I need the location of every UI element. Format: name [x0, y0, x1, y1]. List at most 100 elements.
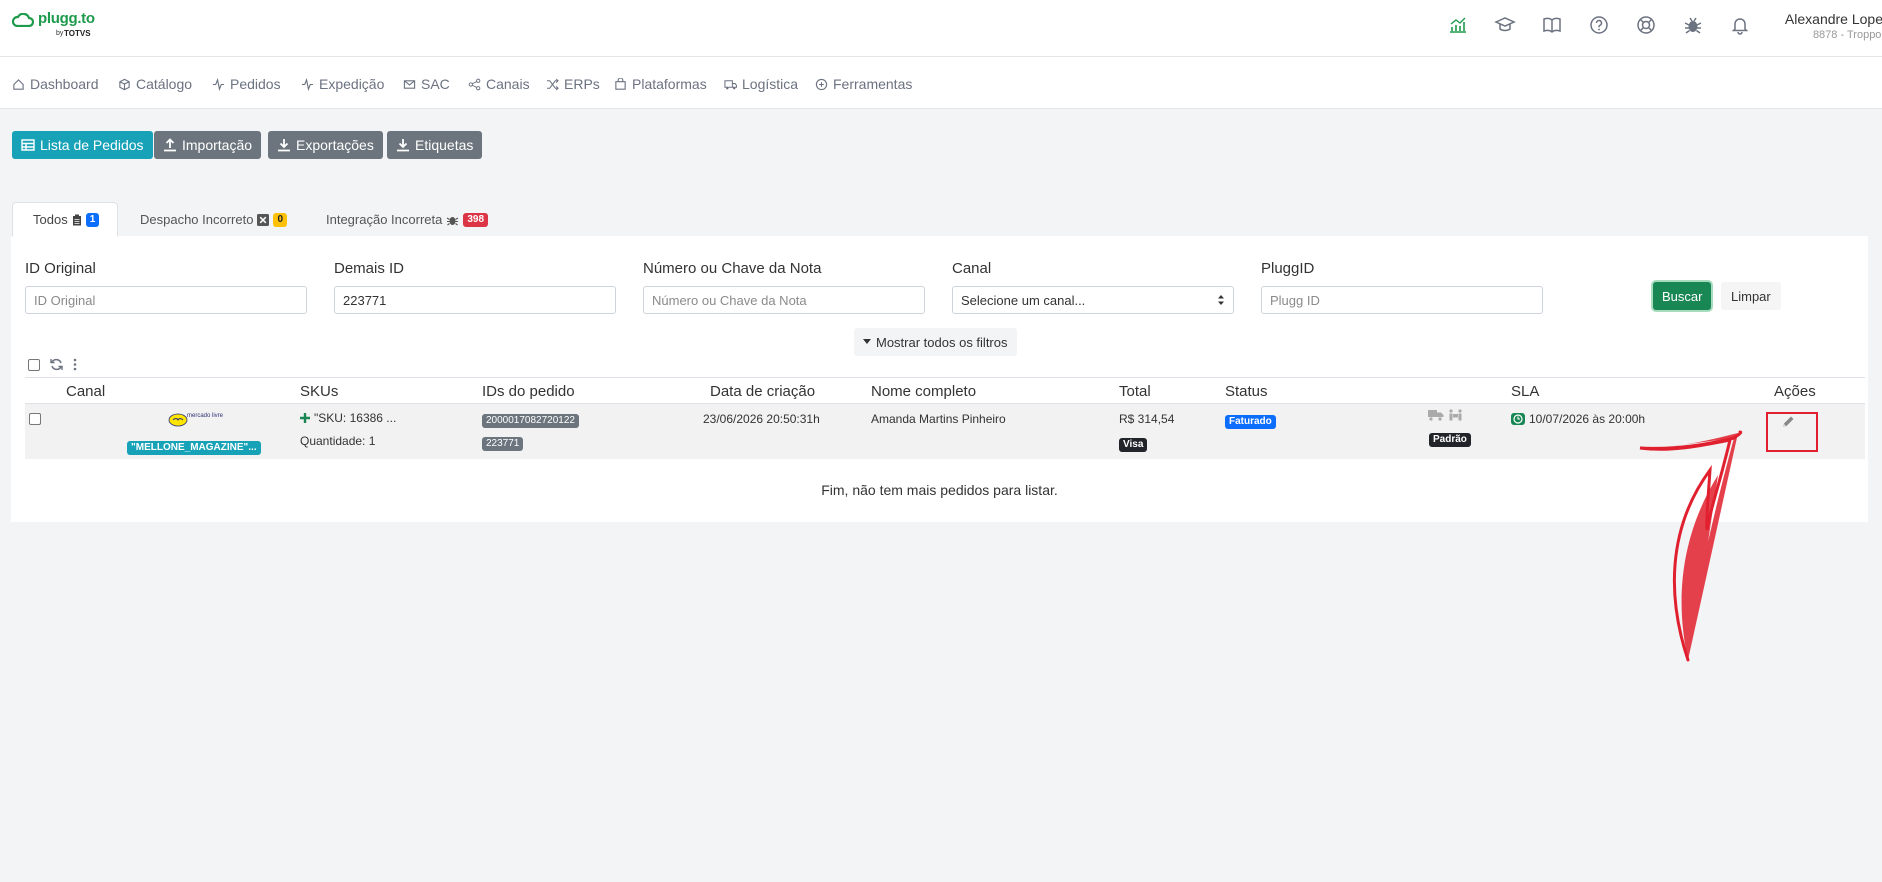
- col-canal: Canal: [66, 383, 106, 400]
- search-button[interactable]: Buscar: [1653, 282, 1712, 310]
- customer-name: Amanda Martins Pinheiro: [871, 412, 1006, 426]
- nav-sac[interactable]: SAC: [403, 76, 450, 92]
- sla-cell: 10/07/2026 às 20:00h: [1511, 412, 1645, 426]
- import-button[interactable]: Importação: [154, 131, 262, 159]
- download-icon: [278, 139, 290, 152]
- mail-icon: [403, 79, 416, 89]
- tab-label: Despacho Incorreto: [140, 212, 254, 227]
- clock-badge: [1511, 413, 1525, 425]
- order-list-label: Lista de Pedidos: [40, 137, 144, 153]
- col-sla: SLA: [1511, 383, 1540, 400]
- pluggid-label: PluggID: [1261, 260, 1315, 277]
- main-nav: Dashboard Catálogo Pedidos Expedição SAC…: [0, 57, 1882, 109]
- nav-plataformas[interactable]: Plataformas: [614, 76, 707, 92]
- mercadolivre-logo: mercado livre: [168, 413, 223, 427]
- created-date: 23/06/2026 20:50:31h: [703, 412, 820, 426]
- tab-label: Todos: [33, 212, 68, 227]
- nav-catalogo[interactable]: Catálogo: [118, 76, 192, 92]
- support-icon[interactable]: [1635, 14, 1657, 36]
- brand-by: by: [56, 30, 64, 37]
- nav-label: Ferramentas: [833, 76, 913, 92]
- more-vertical-icon[interactable]: [73, 358, 77, 371]
- tab-integracao-incorreta[interactable]: Integração Incorreta 398: [314, 202, 500, 237]
- bell-icon[interactable]: [1729, 14, 1751, 36]
- tab-count: 0: [273, 212, 288, 227]
- chart-icon[interactable]: [1447, 14, 1469, 36]
- quantity-text: Quantidade: 1: [300, 434, 376, 448]
- mercadolivre-logo-text: mercado livre: [187, 413, 224, 419]
- user-account: 8878 - Troppo c: [1812, 29, 1882, 41]
- bug-icon[interactable]: [1682, 14, 1704, 36]
- show-filters-button[interactable]: Mostrar todos os filtros: [854, 328, 1017, 356]
- refresh-icon[interactable]: [50, 358, 63, 371]
- table-tools: [28, 358, 77, 371]
- truck-icon: [724, 79, 737, 89]
- import-label: Importação: [182, 137, 253, 153]
- nav-expedicao[interactable]: Expedição: [301, 76, 384, 92]
- shipping-type: Padrão: [1429, 431, 1471, 447]
- tab-count: 398: [463, 212, 489, 227]
- pluggid-input[interactable]: [1261, 286, 1543, 314]
- plus-icon: [300, 413, 310, 423]
- plus-circle-icon: [815, 78, 828, 90]
- nav-dashboard[interactable]: Dashboard: [12, 76, 99, 92]
- status-badge: Faturado: [1225, 415, 1276, 429]
- table-icon: [21, 139, 35, 151]
- channel-account-badge: "MELLONE_MAGAZINE"...: [127, 441, 261, 455]
- order-id-1: 2000017082720122: [482, 412, 579, 428]
- order-id-badge: 2000017082720122: [482, 414, 579, 428]
- sla-text: 10/07/2026 às 20:00h: [1529, 412, 1646, 426]
- nav-erps[interactable]: ERPs: [546, 76, 600, 92]
- tab-label: Integração Incorreta: [326, 212, 443, 227]
- id-original-label: ID Original: [25, 260, 96, 277]
- sku-cell[interactable]: "SKU: 16386 ...: [300, 411, 396, 425]
- labels-button[interactable]: Etiquetas: [387, 131, 483, 159]
- canal-select[interactable]: Selecione um canal...: [952, 286, 1234, 314]
- tab-despacho-incorreto[interactable]: Despacho Incorreto 0: [128, 202, 299, 237]
- channel-account: "MELLONE_MAGAZINE"...: [127, 439, 261, 455]
- tab-count: 1: [85, 212, 100, 227]
- col-total: Total: [1119, 383, 1151, 400]
- top-header: plugg.to by TOTVS Alexandre Lopes 8878 -…: [0, 0, 1882, 57]
- table-row[interactable]: mercado livre "MELLONE_MAGAZINE"... "SKU…: [25, 404, 1865, 459]
- help-icon[interactable]: [1588, 14, 1610, 36]
- status: Faturado: [1225, 413, 1276, 429]
- brand-partner: TOTVS: [64, 29, 91, 38]
- user-name: Alexandre Lopes: [1784, 11, 1882, 27]
- graduation-cap-icon[interactable]: [1494, 14, 1516, 36]
- clear-button[interactable]: Limpar: [1721, 282, 1781, 310]
- export-button[interactable]: Exportações: [268, 131, 383, 159]
- nota-label: Número ou Chave da Nota: [643, 260, 822, 277]
- nav-label: Expedição: [319, 76, 385, 92]
- show-filters-label: Mostrar todos os filtros: [876, 334, 1008, 350]
- sort-arrows-icon: [1218, 295, 1224, 305]
- orders-panel: ID Original Demais ID Número ou Chave da…: [11, 236, 1868, 522]
- cloud-icon: [12, 13, 34, 27]
- order-total: R$ 314,54: [1119, 412, 1175, 426]
- book-icon[interactable]: [1541, 14, 1563, 36]
- activity-icon: [212, 77, 225, 91]
- select-all-checkbox[interactable]: [28, 358, 40, 371]
- payment-method: Visa: [1119, 436, 1148, 452]
- nota-input[interactable]: [643, 286, 925, 314]
- bag-icon: [615, 77, 626, 90]
- id-original-input[interactable]: [25, 286, 307, 314]
- close-square-icon: [257, 213, 270, 226]
- tab-todos[interactable]: Todos 1: [12, 202, 118, 237]
- nav-logistica[interactable]: Logística: [724, 76, 798, 92]
- col-nome: Nome completo: [871, 383, 977, 400]
- order-list-button[interactable]: Lista de Pedidos: [12, 131, 153, 159]
- user-menu[interactable]: Alexandre Lopes 8878 - Troppo c: [1780, 11, 1882, 41]
- nav-ferramentas[interactable]: Ferramentas: [815, 76, 912, 92]
- edit-action-highlight: [1766, 412, 1818, 452]
- nav-canais[interactable]: Canais: [468, 76, 530, 92]
- export-label: Exportações: [296, 137, 374, 153]
- table-header: Canal SKUs IDs do pedido Data de criação…: [25, 377, 1865, 404]
- demais-id-label: Demais ID: [334, 260, 405, 277]
- shipping-icons: [1428, 409, 1463, 421]
- demais-id-input[interactable]: [334, 286, 616, 314]
- row-checkbox[interactable]: [29, 413, 41, 425]
- nav-pedidos[interactable]: Pedidos: [212, 76, 281, 92]
- box-icon: [119, 78, 130, 90]
- nav-label: Plataformas: [632, 76, 707, 92]
